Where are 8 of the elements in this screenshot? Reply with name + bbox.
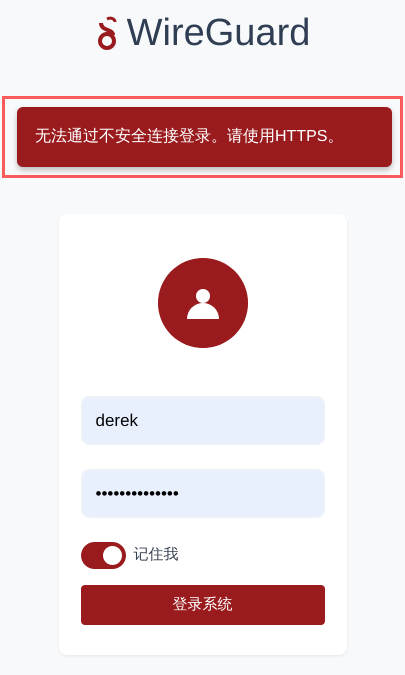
login-button[interactable]: 登录系统 [80,585,324,625]
app-title: WireGuard [126,14,310,52]
remember-toggle[interactable] [80,542,126,569]
error-alert: 无法通过不安全连接登录。请使用HTTPS。 [17,107,392,167]
remember-label: 记住我 [134,545,178,566]
password-field[interactable]: •••••••••••••• [80,469,324,518]
user-avatar-icon [158,258,248,348]
username-field[interactable]: derek [80,396,324,445]
